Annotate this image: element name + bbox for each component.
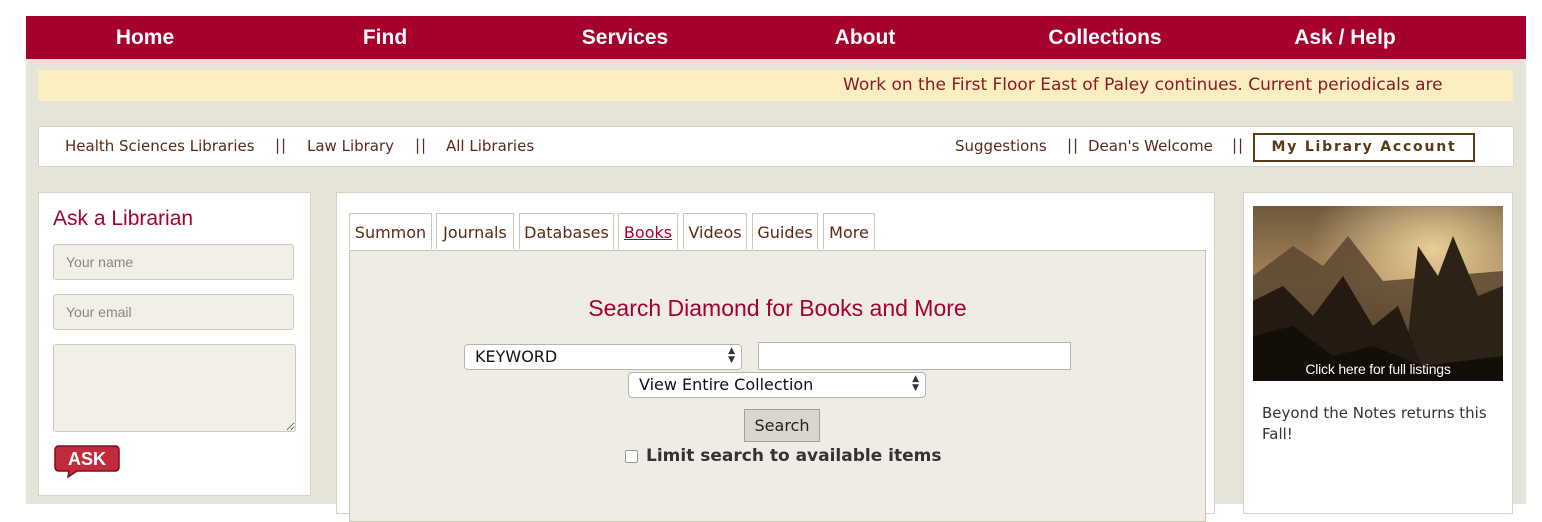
- nav-about[interactable]: About: [805, 16, 925, 59]
- link-separator: ||: [275, 136, 288, 154]
- nav-find[interactable]: Find: [325, 16, 445, 59]
- search-panel: Summon Journals Databases Books Videos G…: [336, 192, 1215, 522]
- tab-videos[interactable]: Videos: [683, 213, 747, 249]
- tab-databases[interactable]: Databases: [519, 213, 614, 249]
- search-field-value: KEYWORD: [475, 347, 558, 366]
- nav-collections[interactable]: Collections: [1030, 16, 1180, 59]
- ask-button-label: ASK: [68, 449, 106, 469]
- search-input[interactable]: [758, 342, 1071, 370]
- name-field[interactable]: [53, 244, 294, 280]
- link-law-library[interactable]: Law Library: [307, 127, 394, 166]
- tab-summon[interactable]: Summon: [349, 213, 432, 249]
- main-nav: Home Find Services About Collections Ask…: [26, 16, 1526, 59]
- collection-select[interactable]: View Entire Collection ▲ ▼: [628, 372, 926, 398]
- promo-text[interactable]: Beyond the Notes returns this Fall!: [1262, 403, 1502, 445]
- select-arrows-icon: ▲ ▼: [912, 374, 919, 393]
- ask-librarian-panel: Ask a Librarian ASK: [38, 192, 311, 496]
- link-health-sciences[interactable]: Health Sciences Libraries: [65, 127, 255, 166]
- promo-panel: Click here for full listings Beyond the …: [1243, 192, 1513, 514]
- nav-services[interactable]: Services: [555, 16, 695, 59]
- link-suggestions[interactable]: Suggestions: [955, 127, 1047, 166]
- mountain-landscape-image: [1253, 206, 1503, 381]
- link-all-libraries[interactable]: All Libraries: [446, 127, 534, 166]
- link-deans-welcome[interactable]: Dean's Welcome: [1088, 127, 1213, 166]
- promo-image[interactable]: Click here for full listings: [1253, 206, 1503, 381]
- tab-books[interactable]: Books: [618, 213, 678, 249]
- link-separator: ||: [1067, 136, 1080, 154]
- promo-caption: Click here for full listings: [1305, 361, 1451, 377]
- limit-available-label: Limit search to available items: [646, 446, 942, 466]
- link-separator: ||: [415, 136, 428, 154]
- ask-button[interactable]: ASK: [53, 444, 121, 478]
- my-library-account-button[interactable]: My Library Account: [1253, 133, 1475, 162]
- page-wrapper: Home Find Services About Collections Ask…: [26, 16, 1526, 522]
- question-textarea[interactable]: [53, 344, 296, 432]
- search-button[interactable]: Search: [744, 409, 820, 442]
- announcement-text[interactable]: Work on the First Floor East of Paley co…: [843, 70, 1443, 101]
- collection-value: View Entire Collection: [639, 375, 814, 394]
- tab-guides[interactable]: Guides: [752, 213, 818, 249]
- ask-librarian-title: Ask a Librarian: [53, 207, 194, 230]
- library-links-bar: Health Sciences Libraries || Law Library…: [38, 126, 1514, 167]
- search-field-select[interactable]: KEYWORD ▲ ▼: [464, 344, 742, 370]
- nav-home[interactable]: Home: [85, 16, 205, 59]
- tab-journals[interactable]: Journals: [436, 213, 514, 249]
- email-field[interactable]: [53, 294, 294, 330]
- link-separator: ||: [1232, 136, 1245, 154]
- announcement-banner: Work on the First Floor East of Paley co…: [38, 70, 1513, 101]
- limit-available-checkbox[interactable]: [625, 450, 638, 463]
- nav-ask-help[interactable]: Ask / Help: [1270, 16, 1420, 59]
- select-arrows-icon: ▲ ▼: [728, 346, 735, 365]
- search-heading: Search Diamond for Books and More: [588, 295, 967, 321]
- books-search-pane: Search Diamond for Books and More KEYWOR…: [349, 250, 1206, 522]
- tab-more[interactable]: More: [823, 213, 875, 249]
